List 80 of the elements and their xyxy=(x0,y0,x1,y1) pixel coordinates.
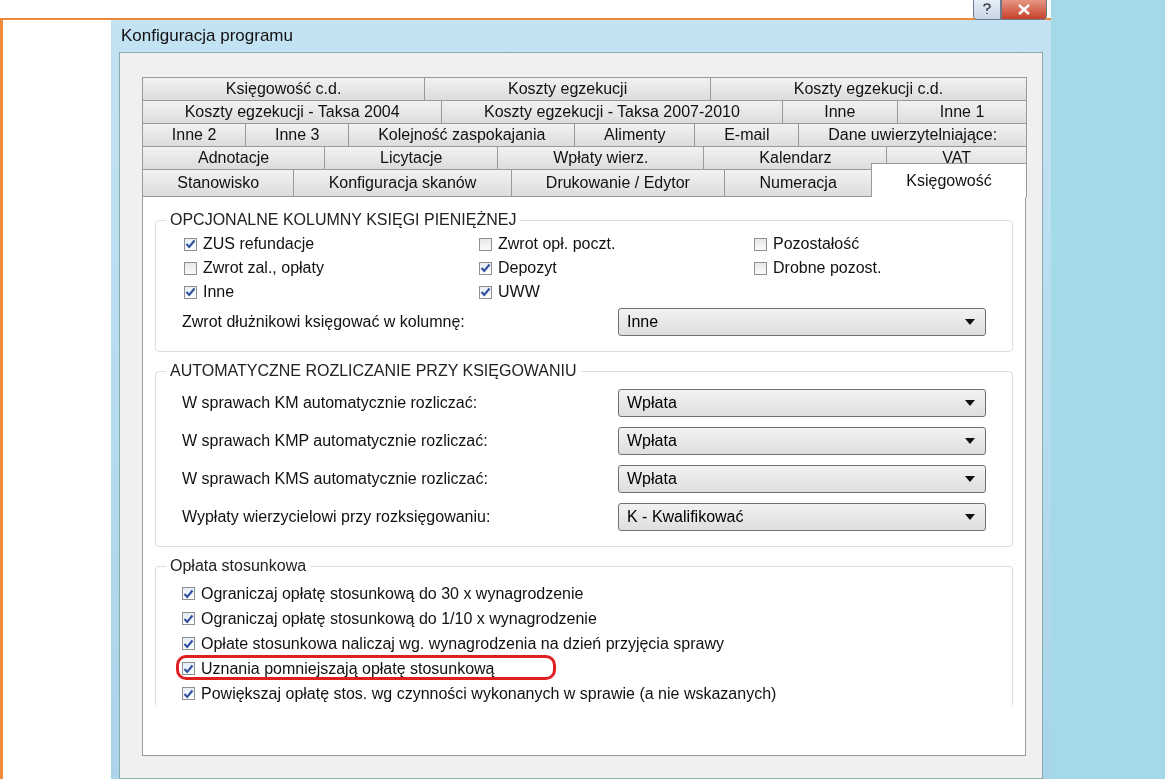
checkbox[interactable] xyxy=(182,637,195,650)
checkbox-label: Ograniczaj opłatę stosunkową do 1/10 x wynagrodzenie xyxy=(201,609,597,628)
field-label: Zwrot dłużnikowi księgować w kolumnę: xyxy=(181,313,466,331)
field-label: W sprawach KMS automatycznie rozliczać: xyxy=(181,470,489,488)
tab[interactable]: Wpłaty wierz. xyxy=(497,146,705,169)
field-label: W sprawach KMP automatycznie rozliczać: xyxy=(181,432,489,450)
checkbox-label: Zwrot zal., opłaty xyxy=(203,259,324,277)
tab[interactable]: Koszty egzekucji c.d. xyxy=(710,77,1027,100)
help-button[interactable] xyxy=(973,0,1001,20)
group-title: Opłata stosunkowa xyxy=(169,557,308,575)
checkbox[interactable] xyxy=(479,285,492,299)
window-title: Konfiguracja programu xyxy=(120,26,293,46)
checkbox[interactable] xyxy=(754,237,767,251)
help-icon xyxy=(982,3,992,15)
check-icon xyxy=(183,588,194,599)
tab[interactable]: Numeracja xyxy=(724,169,873,196)
dropdown[interactable]: Wpłata xyxy=(618,389,986,417)
checkbox-label: Opłate stosunkowa naliczaj wg. wynagrodzenia na dzień przyjęcia sprawy xyxy=(201,634,724,653)
group-title: OPCJONALNE KOLUMNY KSIĘGI PIENIĘŻNEJ xyxy=(169,211,518,229)
checkbox[interactable] xyxy=(182,662,195,675)
tab[interactable]: Inne xyxy=(781,100,899,123)
check-icon xyxy=(183,663,194,674)
tab[interactable]: Kalendarz xyxy=(703,146,888,169)
check-icon xyxy=(480,263,491,273)
tab[interactable]: Inne 1 xyxy=(897,100,1027,123)
checkbox[interactable] xyxy=(754,261,767,275)
tab[interactable]: Konfiguracja skanów xyxy=(293,169,512,196)
tab[interactable]: Koszty egzekucji - Taksa 2004 xyxy=(142,100,443,123)
dropdown[interactable]: Wpłata xyxy=(618,427,986,455)
check-icon xyxy=(480,287,491,297)
checkbox-label: Uznania pomniejszają opłatę stosunkową xyxy=(201,659,495,678)
caret-icon xyxy=(965,400,975,406)
caret-icon xyxy=(965,476,975,482)
checkbox[interactable] xyxy=(479,237,492,251)
dropdown[interactable]: Inne xyxy=(618,308,986,336)
checkbox-label: Drobne pozost. xyxy=(773,259,882,277)
checkbox-label: UWW xyxy=(498,283,540,301)
tab[interactable]: Księgowość c.d. xyxy=(142,77,426,100)
tab[interactable]: Drukowanie / Edytor xyxy=(510,169,726,196)
checkbox[interactable] xyxy=(479,261,492,275)
tab[interactable]: Księgowość xyxy=(871,163,1027,197)
tab[interactable]: Adnotacje xyxy=(142,146,326,169)
tab[interactable]: Kolejność zaspokajania xyxy=(348,123,576,146)
checkbox[interactable] xyxy=(184,261,197,275)
checkbox-label: Powiększaj opłatę stos. wg czynności wykonanych w sprawie (a nie wskazanych) xyxy=(201,684,777,703)
caret-icon xyxy=(965,319,975,325)
checkbox-label: Zwrot opł. poczt. xyxy=(498,235,616,253)
tab[interactable]: Alimenty xyxy=(574,123,696,146)
tab[interactable]: Koszty egzekucji - Taksa 2007-2010 xyxy=(441,100,783,123)
checkbox-label: Ograniczaj opłatę stosunkową do 30 x wynagrodzenie xyxy=(201,584,584,603)
checkbox-label: ZUS refundacje xyxy=(203,235,315,253)
check-icon xyxy=(183,688,194,699)
check-icon xyxy=(185,287,196,297)
checkbox[interactable] xyxy=(182,687,195,700)
tab[interactable]: Licytacje xyxy=(324,146,499,169)
dropdown[interactable]: K - Kwalifikować xyxy=(618,503,986,531)
checkbox-label: Depozyt xyxy=(498,259,557,277)
close-button[interactable] xyxy=(1001,0,1047,20)
field-label: Wypłaty wierzycielowi przy rozksięgowaniu: xyxy=(181,508,492,526)
caret-icon xyxy=(965,514,975,520)
tab[interactable]: E-mail xyxy=(694,123,800,146)
checkbox-label: Pozostałość xyxy=(773,235,860,253)
close-icon xyxy=(1018,3,1030,15)
checkbox[interactable] xyxy=(184,285,197,299)
checkbox-label: Inne xyxy=(203,283,235,301)
checkbox[interactable] xyxy=(182,612,195,625)
tab[interactable]: Stanowisko xyxy=(142,169,295,196)
caret-icon xyxy=(965,438,975,444)
check-icon xyxy=(185,239,196,249)
check-icon xyxy=(183,613,194,624)
dropdown[interactable]: Wpłata xyxy=(618,465,986,493)
checkbox[interactable] xyxy=(182,587,195,600)
tab[interactable]: Inne 3 xyxy=(245,123,350,146)
field-label: W sprawach KM automatycznie rozliczać: xyxy=(181,394,479,412)
tab[interactable]: Dane uwierzytelniające: xyxy=(798,123,1027,146)
check-icon xyxy=(183,638,194,649)
tab[interactable]: Inne 2 xyxy=(142,123,247,146)
group-title: AUTOMATYCZNE ROZLICZANIE PRZY KSIĘGOWANIU xyxy=(169,362,578,380)
checkbox[interactable] xyxy=(184,237,197,251)
tab[interactable]: Koszty egzekucji xyxy=(424,77,711,100)
